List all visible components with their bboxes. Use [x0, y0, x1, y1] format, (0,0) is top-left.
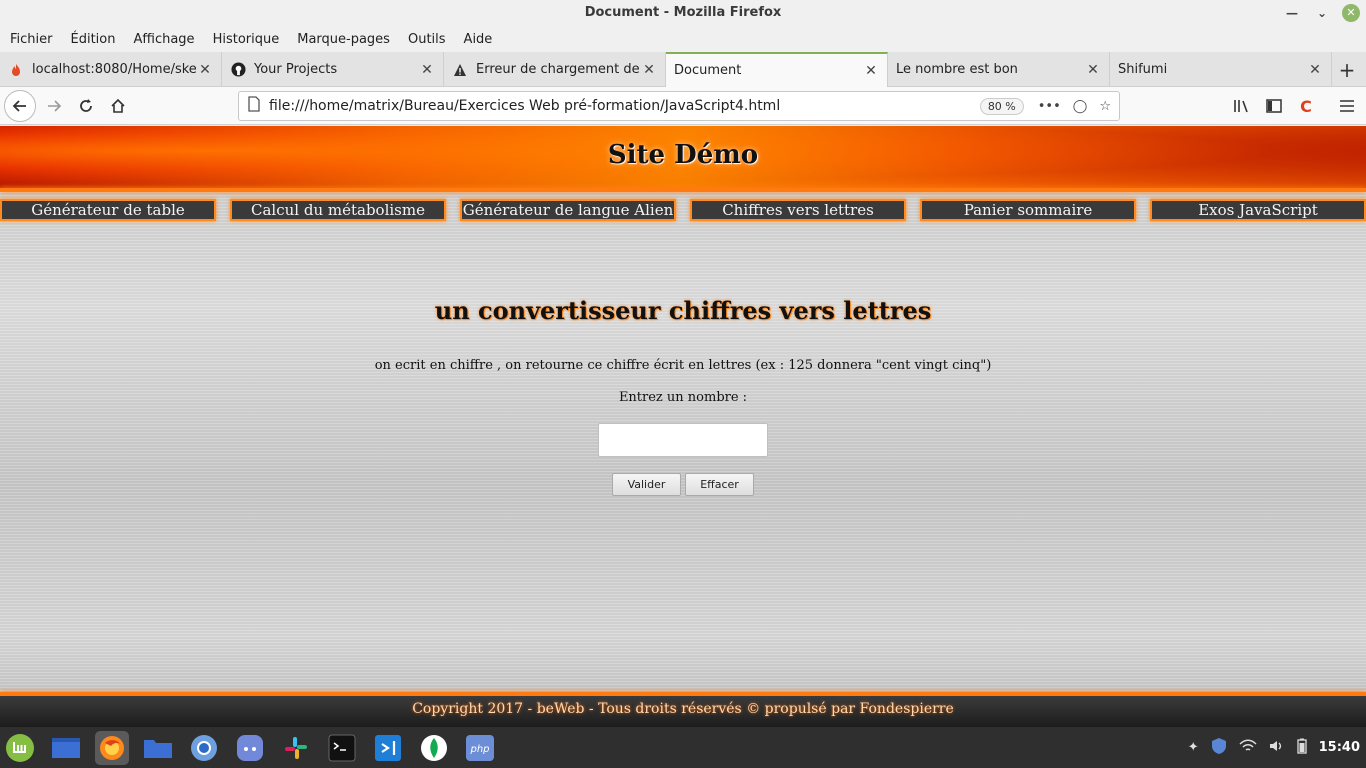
new-tab-icon[interactable]: +	[1332, 52, 1362, 87]
tab-close-icon[interactable]: ✕	[1307, 62, 1323, 78]
sidebar-icon[interactable]	[1260, 92, 1288, 120]
nav-item-generateur-de-table[interactable]: Générateur de table	[0, 199, 216, 221]
page-description: on ecrit en chiffre , on retourne ce chi…	[374, 358, 992, 373]
mongodb-icon[interactable]	[417, 731, 451, 765]
home-button[interactable]	[104, 92, 132, 120]
back-button[interactable]	[4, 90, 36, 122]
menu-item-historique[interactable]: Historique	[207, 32, 286, 47]
arrow-left-icon	[12, 100, 26, 112]
tab-your-projects[interactable]: Your Projects ✕	[222, 52, 444, 87]
tab-bar: localhost:8080/Home/skel ✕ Your Projects…	[0, 52, 1366, 87]
tab-shifumi[interactable]: Shifumi ✕	[1110, 52, 1332, 87]
clock[interactable]: 15:40	[1319, 740, 1360, 755]
menu-item-outils[interactable]: Outils	[402, 32, 452, 47]
tab-localhost[interactable]: localhost:8080/Home/skel ✕	[0, 52, 222, 87]
battery-icon[interactable]	[1296, 738, 1307, 758]
php-icon[interactable]: php	[463, 731, 497, 765]
vscode-icon[interactable]	[371, 731, 405, 765]
svg-text:php: php	[469, 744, 489, 755]
nav-item-chiffres-vers-lettres[interactable]: Chiffres vers lettres	[690, 199, 906, 221]
nav-item-exos-javascript[interactable]: Exos JavaScript	[1150, 199, 1366, 221]
slack-icon[interactable]	[279, 731, 313, 765]
tab-close-icon[interactable]: ✕	[1085, 62, 1101, 78]
page-content: Site Démo Générateur de table Calcul du …	[0, 126, 1366, 727]
nav-item-generateur-de-langue-alien[interactable]: Générateur de langue Alien	[460, 199, 676, 221]
zoom-badge[interactable]: 80 %	[979, 97, 1024, 115]
arrow-right-icon	[48, 100, 62, 112]
terminal-icon[interactable]	[325, 731, 359, 765]
nav-item-panier-sommaire[interactable]: Panier sommaire	[920, 199, 1136, 221]
header-separator	[0, 188, 1366, 192]
fire-icon	[8, 62, 24, 78]
update-shield-icon[interactable]	[1211, 737, 1227, 759]
volume-icon[interactable]	[1269, 739, 1285, 757]
site-nav: Générateur de table Calcul du métabolism…	[0, 199, 1366, 221]
home-icon	[111, 98, 125, 113]
tab-document[interactable]: Document ✕	[666, 52, 888, 87]
warning-icon	[452, 62, 468, 78]
bluetooth-icon[interactable]: ✦	[1188, 740, 1199, 755]
site-title: Site Démo	[607, 140, 759, 170]
os-taskbar: php ✦ 15:40	[0, 727, 1366, 768]
chromium-icon[interactable]	[187, 731, 221, 765]
clear-button[interactable]: Effacer	[685, 473, 754, 496]
files-icon[interactable]	[141, 731, 175, 765]
page-heading: un convertisseur chiffres vers lettres	[434, 296, 932, 325]
library-icon[interactable]	[1228, 92, 1256, 120]
close-icon[interactable]: ✕	[1342, 4, 1360, 22]
page-icon	[247, 96, 263, 116]
validate-button[interactable]: Valider	[612, 473, 681, 496]
mint-menu-icon[interactable]	[3, 731, 37, 765]
tab-erreur[interactable]: Erreur de chargement de la ✕	[444, 52, 666, 87]
reload-icon	[80, 99, 92, 112]
number-prompt-label: Entrez un nombre :	[618, 390, 748, 405]
tab-le-nombre-est-bon[interactable]: Le nombre est bon ✕	[888, 52, 1110, 87]
tab-close-icon[interactable]: ✕	[197, 62, 213, 78]
discord-icon[interactable]	[233, 731, 267, 765]
page-footer: Copyright 2017 - beWeb - Tous droits rés…	[0, 696, 1366, 727]
menu-item-marque-pages[interactable]: Marque-pages	[291, 32, 396, 47]
forward-button[interactable]	[40, 92, 68, 120]
tab-close-icon[interactable]: ✕	[641, 62, 657, 78]
tab-close-icon[interactable]: ✕	[419, 62, 435, 78]
github-icon	[230, 62, 246, 78]
desktop-icon[interactable]	[49, 731, 83, 765]
wifi-icon[interactable]	[1239, 739, 1257, 757]
url-text[interactable]: file:///home/matrix/Bureau/Exercices Web…	[269, 98, 980, 114]
hamburger-menu-icon[interactable]	[1333, 92, 1361, 120]
menu-item-edition[interactable]: Édition	[65, 32, 122, 47]
number-input[interactable]	[598, 423, 768, 457]
minimize-icon[interactable]: —	[1282, 3, 1302, 23]
bookmark-star-icon[interactable]: ☆	[1099, 99, 1111, 114]
pocket-icon[interactable]: ◯	[1073, 99, 1088, 114]
extension-icon[interactable]: C	[1292, 92, 1320, 120]
system-tray: ✦ 15:40	[1188, 727, 1366, 768]
menu-item-aide[interactable]: Aide	[458, 32, 499, 47]
firefox-icon[interactable]	[95, 730, 129, 765]
url-bar[interactable]: file:///home/matrix/Bureau/Exercices Web…	[238, 91, 1120, 121]
maximize-icon[interactable]: ⌄	[1312, 3, 1332, 23]
navigation-toolbar: file:///home/matrix/Bureau/Exercices Web…	[0, 87, 1366, 125]
menu-item-affichage[interactable]: Affichage	[127, 32, 200, 47]
tab-close-icon[interactable]: ✕	[863, 63, 879, 79]
nav-item-calcul-du-metabolisme[interactable]: Calcul du métabolisme	[230, 199, 446, 221]
more-actions-icon[interactable]: •••	[1038, 99, 1061, 114]
window-title: Document - Mozilla Firefox	[584, 5, 782, 20]
reload-button[interactable]	[72, 92, 100, 120]
menu-item-fichier[interactable]: Fichier	[4, 32, 59, 47]
window-titlebar: Document - Mozilla Firefox — ⌄ ✕	[0, 0, 1366, 26]
menu-bar: Fichier Édition Affichage Historique Mar…	[0, 26, 1366, 52]
